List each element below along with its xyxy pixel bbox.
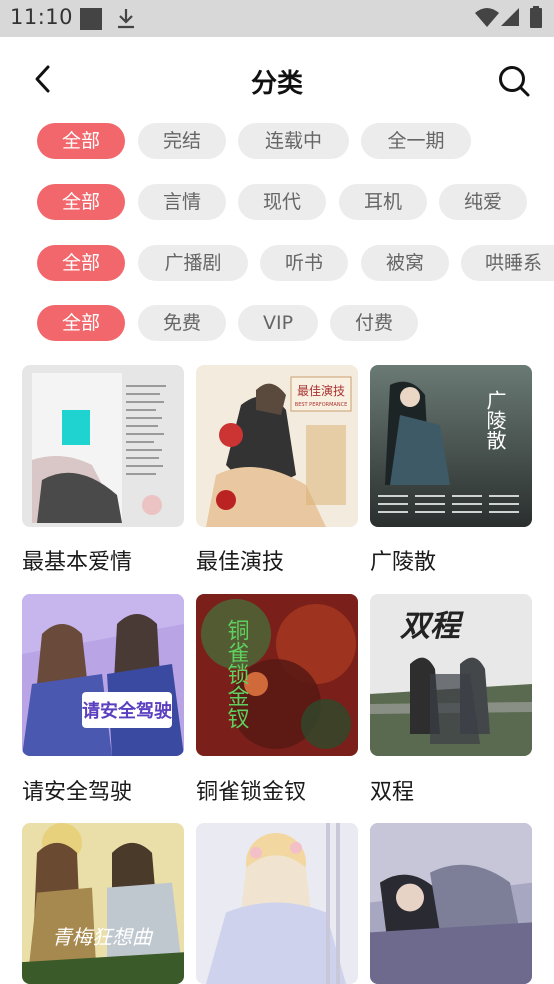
chip-status-finished[interactable]: 完结 — [138, 123, 226, 159]
chip-format-all[interactable]: 全部 — [37, 245, 125, 281]
page-title: 分类 — [250, 69, 303, 99]
chip-genre-pure-love[interactable]: 纯爱 — [439, 184, 527, 220]
cover-subtitle-text: BEST PERFORMANCE — [295, 402, 347, 408]
chip-genre-romance[interactable]: 言情 — [138, 184, 226, 220]
filter-row-status: 全部 完结 连载中 全一期 — [0, 123, 554, 163]
item-title[interactable]: 双程 — [370, 774, 414, 806]
cover-image[interactable]: 最佳演技 BEST PERFORMANCE — [196, 365, 358, 527]
cover-image[interactable]: 青梅狂想曲 — [22, 823, 184, 984]
cover-title-text: 铜雀锁金钗 — [224, 619, 250, 729]
chip-status-ongoing[interactable]: 连载中 — [238, 123, 349, 159]
cover-image[interactable]: 铜雀锁金钗 — [196, 594, 358, 756]
status-bar: 11:10 — [0, 0, 554, 37]
chip-price-paid[interactable]: 付费 — [330, 305, 418, 341]
cover-title-text: 请安全驾驶 — [82, 700, 172, 722]
cover-image[interactable]: 广陵散 — [370, 365, 532, 527]
wifi-icon — [475, 8, 499, 27]
chip-format-radio-drama[interactable]: 广播剧 — [138, 245, 248, 281]
cover-title-text: 双程 — [400, 609, 464, 644]
cover-title-text: 广陵散 — [483, 390, 507, 450]
chip-format-audiobook[interactable]: 听书 — [260, 245, 348, 281]
chip-price-free[interactable]: 免费 — [138, 305, 226, 341]
item-title[interactable]: 最基本爱情 — [22, 544, 132, 576]
chip-price-all[interactable]: 全部 — [37, 305, 125, 341]
cover-image[interactable] — [22, 365, 184, 527]
notification-square-icon — [80, 8, 102, 30]
cover-image[interactable]: 请安全驾驶 — [22, 594, 184, 756]
item-title[interactable]: 广陵散 — [370, 544, 436, 576]
cover-image[interactable] — [196, 823, 358, 984]
filter-row-price: 全部 免费 VIP 付费 — [0, 305, 554, 345]
cover-title-text: 青梅狂想曲 — [52, 926, 154, 949]
chip-status-all[interactable]: 全部 — [37, 123, 125, 159]
cover-image[interactable]: 双程 — [370, 594, 532, 756]
chip-genre-all[interactable]: 全部 — [37, 184, 125, 220]
signal-icon — [501, 8, 519, 26]
chip-genre-headphones[interactable]: 耳机 — [339, 184, 427, 220]
filter-row-genre: 全部 言情 现代 耳机 纯爱 — [0, 184, 554, 224]
filter-row-format: 全部 广播剧 听书 被窝 哄睡系 — [0, 245, 554, 285]
header: 分类 — [0, 37, 554, 123]
chip-status-single-episode[interactable]: 全一期 — [361, 123, 471, 159]
chip-price-vip[interactable]: VIP — [238, 305, 318, 341]
chip-format-bedtime[interactable]: 被窝 — [361, 245, 449, 281]
download-icon — [118, 9, 134, 29]
chip-format-sleep[interactable]: 哄睡系 — [461, 245, 554, 281]
item-title[interactable]: 请安全驾驶 — [22, 774, 132, 806]
status-time: 11:10 — [10, 5, 74, 29]
search-icon[interactable] — [497, 64, 531, 98]
cover-title-text: 最佳演技 — [297, 383, 345, 398]
item-title[interactable]: 最佳演技 — [196, 544, 284, 576]
cover-image[interactable] — [370, 823, 532, 984]
battery-icon — [530, 6, 542, 28]
chip-genre-modern[interactable]: 现代 — [238, 184, 326, 220]
item-title[interactable]: 铜雀锁金钗 — [196, 774, 306, 806]
